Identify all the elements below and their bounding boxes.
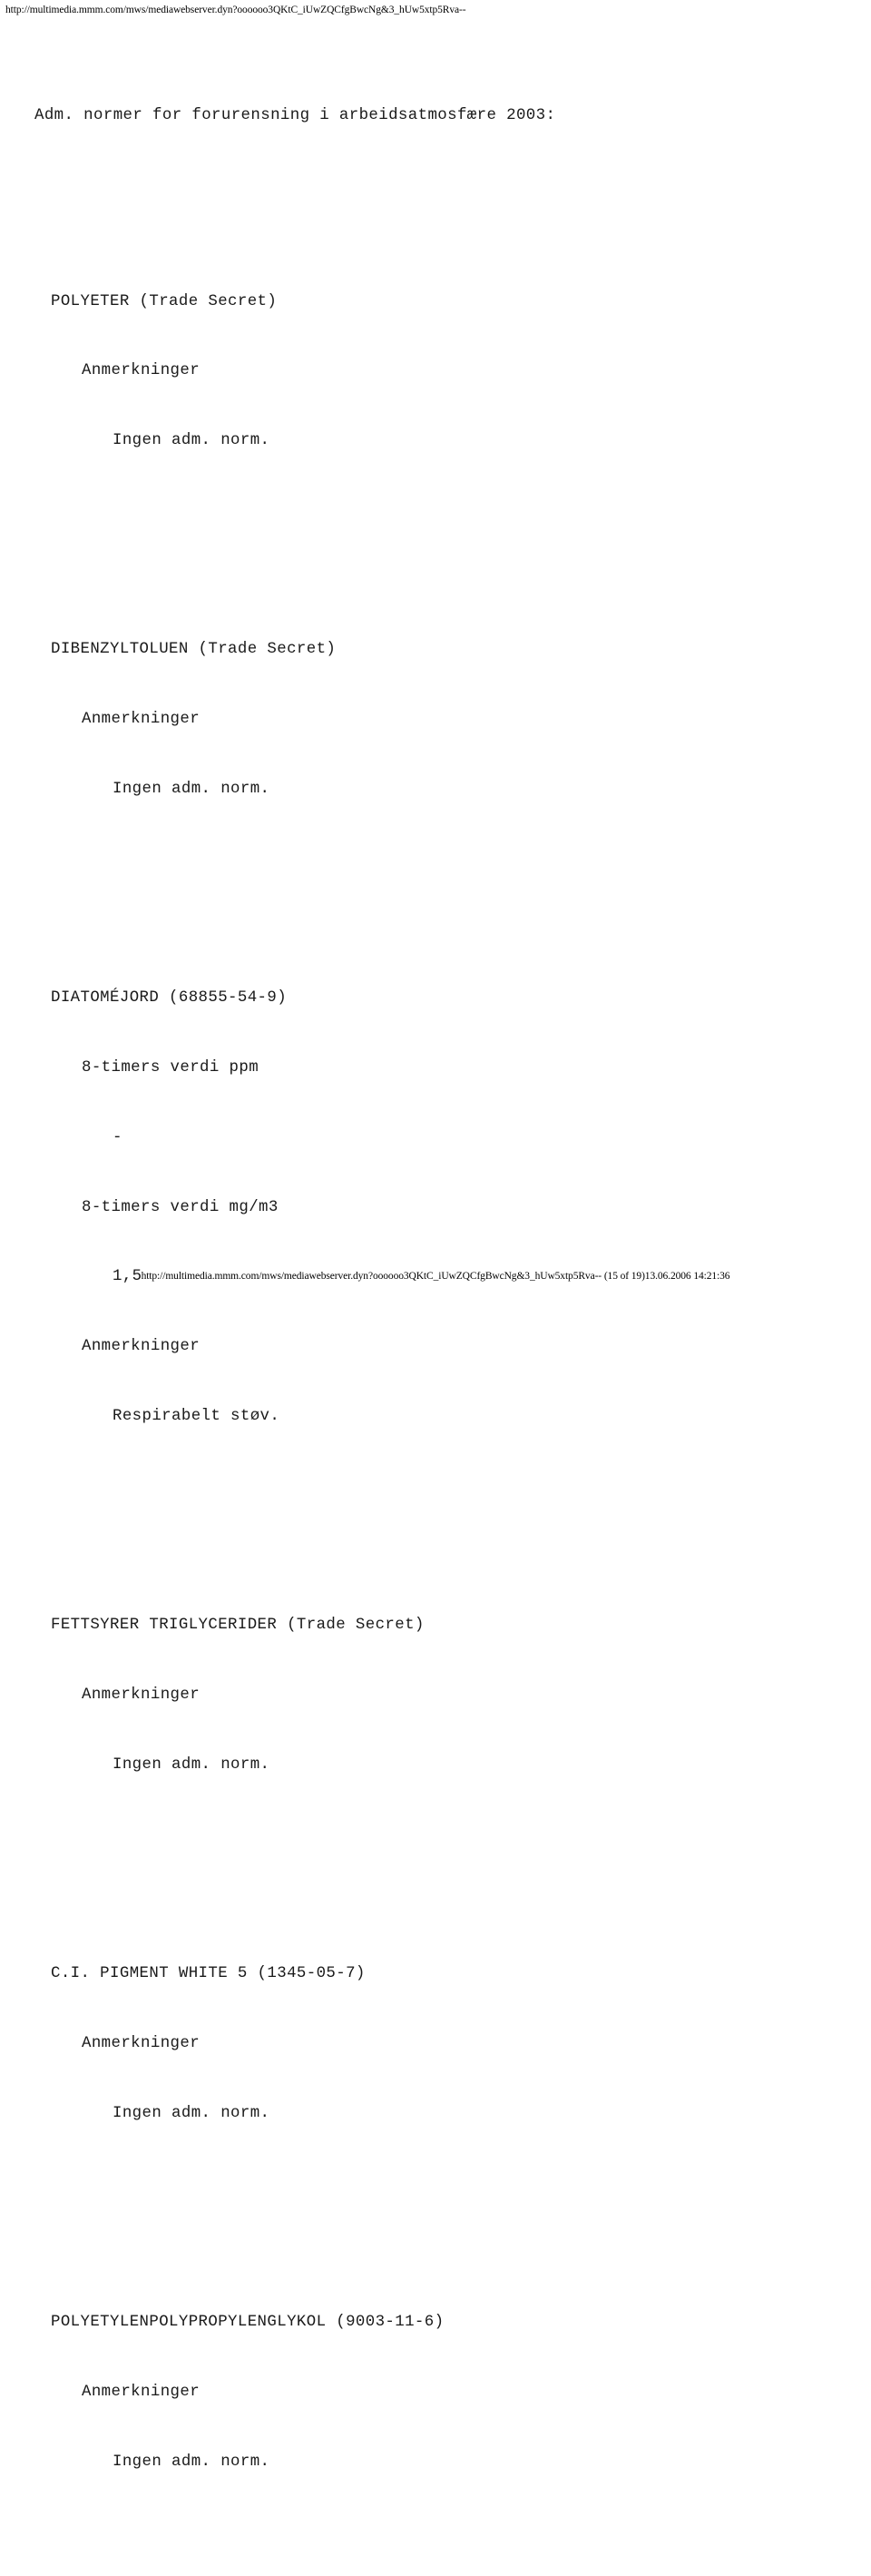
substance-entry: POLYETYLENPOLYPROPYLENGLYKOL (9003-11-6)… xyxy=(0,2265,871,2521)
substance-name: DIATOMÉJORD (68855-54-9) xyxy=(51,989,288,1008)
substance-remarks-label: Anmerkninger xyxy=(82,1338,201,1356)
browser-print-footer: http://multimedia.mmm.com/mws/mediawebse… xyxy=(141,1271,730,1282)
substance-name: DIBENZYLTOLUEN (Trade Secret) xyxy=(51,641,337,659)
substance-remarks-value: Ingen adm. norm. xyxy=(113,781,270,798)
substance-remarks-value: Respirabelt støv. xyxy=(113,1408,280,1426)
substance-name: C.I. PIGMENT WHITE 5 (1345-05-7) xyxy=(51,1965,366,1983)
substance-remarks-label: Anmerkninger xyxy=(82,2383,201,2401)
substance-name: POLYETER (Trade Secret) xyxy=(51,292,278,310)
substance-remarks-value: Ingen adm. norm. xyxy=(113,2104,270,2122)
substance-name: POLYETYLENPOLYPROPYLENGLYKOL (9003-11-6) xyxy=(51,2314,445,2332)
substance-mgm3-label: 8-timers verdi mg/m3 xyxy=(82,1198,279,1216)
document-body: Adm. normer for forurensning i arbeidsat… xyxy=(0,34,871,2576)
exposure-limits-title: Adm. normer for forurensning i arbeidsat… xyxy=(34,106,556,124)
substance-entry: C.I. PIGMENT WHITE 5 (1345-05-7) Anmerkn… xyxy=(0,1916,871,2172)
substance-remarks-label: Anmerkninger xyxy=(82,2035,201,2053)
browser-print-header: http://multimedia.mmm.com/mws/mediawebse… xyxy=(5,5,466,15)
substance-remarks-value: Ingen adm. norm. xyxy=(113,2453,270,2471)
substance-name: FETTSYRER TRIGLYCERIDER (Trade Secret) xyxy=(51,1617,425,1635)
substance-remarks-value: Ingen adm. norm. xyxy=(113,432,270,450)
substance-entry: DIBENZYLTOLUEN (Trade Secret) Anmerkning… xyxy=(0,592,871,848)
substance-entry: DIATOMÉJORD (68855-54-9) 8-timers verdi … xyxy=(0,940,871,1475)
substance-entry: POLYETER (Trade Secret) Anmerkninger Ing… xyxy=(0,243,871,499)
substance-remarks-label: Anmerkninger xyxy=(82,362,201,380)
substance-remarks-label: Anmerkninger xyxy=(82,1686,201,1705)
substance-remarks-value: Ingen adm. norm. xyxy=(113,1755,270,1774)
substance-ppm-label: 8-timers verdi ppm xyxy=(82,1059,259,1077)
substance-entry: FETTSYRER TRIGLYCERIDER (Trade Secret) A… xyxy=(0,1568,871,1824)
substance-ppm-value: - xyxy=(113,1128,122,1146)
substance-remarks-label: Anmerkninger xyxy=(82,711,201,729)
